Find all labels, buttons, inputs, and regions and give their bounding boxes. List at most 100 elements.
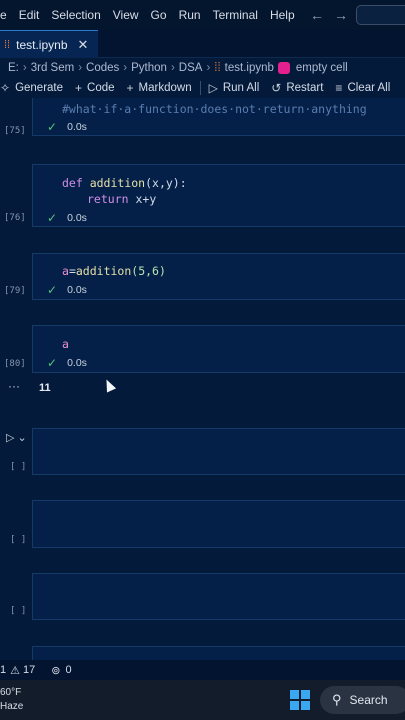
menu-run[interactable]: Run xyxy=(173,8,207,22)
keyword: def xyxy=(62,176,90,190)
ports-count: 0 xyxy=(65,664,72,676)
generate-button[interactable]: ✧ Generate xyxy=(0,81,63,95)
check-icon: ✓ xyxy=(47,211,58,225)
cell-icon xyxy=(277,62,290,74)
cell-output: 11 xyxy=(39,382,51,394)
clear-all-button[interactable]: ≡ Clear All xyxy=(335,81,390,95)
tab-bar: ⁞⁞ test.ipynb ✕ xyxy=(0,30,405,58)
operator: = xyxy=(68,264,76,278)
close-icon[interactable]: ✕ xyxy=(78,37,89,53)
broadcast-icon: ⊚ xyxy=(51,664,61,677)
restart-button[interactable]: ↺ Restart xyxy=(271,81,323,95)
ports-indicator[interactable]: ⊚ 0 xyxy=(51,664,71,677)
command-center-input[interactable] xyxy=(356,5,405,25)
notebook-icon: ⁞⁞ xyxy=(214,62,221,74)
args: (5,6) xyxy=(131,264,166,278)
execution-count: [ ] xyxy=(10,462,27,472)
breadcrumb-separator: › xyxy=(206,62,211,74)
run-cell-icon[interactable]: ▷ ⌄ xyxy=(6,431,27,444)
menu-view[interactable]: View xyxy=(107,8,145,22)
menu-selection[interactable]: Selection xyxy=(45,8,106,22)
empty-cell-1[interactable] xyxy=(32,428,405,475)
clear-all-label: Clear All xyxy=(347,82,391,94)
tab-test-ipynb[interactable]: ⁞⁞ test.ipynb ✕ xyxy=(0,30,98,58)
sparkle-icon: ✧ xyxy=(0,81,11,95)
add-markdown-button[interactable]: + Markdown xyxy=(127,81,192,95)
output-menu-icon[interactable]: ··· xyxy=(8,379,20,393)
problems-indicator[interactable]: 1 ⚠ 17 xyxy=(0,664,35,677)
search-icon: ⚲ xyxy=(332,692,342,707)
breadcrumb-python[interactable]: Python xyxy=(131,62,167,74)
menu-terminal[interactable]: Terminal xyxy=(207,8,264,22)
notebook-icon: ⁞⁞ xyxy=(4,38,11,51)
cell-status: ✓ 0.0s xyxy=(47,356,87,370)
exec-time: 0.0s xyxy=(67,284,87,296)
weather-condition: Haze xyxy=(0,701,24,712)
execution-count: [76] xyxy=(4,213,26,223)
code-cell-80[interactable]: a ✓ 0.0s xyxy=(32,325,405,373)
cell-status: ✓ 0.0s xyxy=(47,120,87,134)
breadcrumb-drive[interactable]: E: xyxy=(8,62,19,74)
status-bar: 1 ⚠ 17 ⊚ 0 xyxy=(0,660,405,680)
breadcrumb: E: › 3rd Sem › Codes › Python › DSA › ⁞⁞… xyxy=(0,58,405,78)
run-all-icon: ▷ xyxy=(208,81,218,95)
breadcrumb-dsa[interactable]: DSA xyxy=(179,62,203,74)
menu-file[interactable]: e xyxy=(0,8,13,22)
check-icon: ✓ xyxy=(47,283,58,297)
params: (x,y): xyxy=(145,176,187,190)
function-name: addition xyxy=(75,264,132,278)
cell-code-line-2[interactable]: return x+y xyxy=(87,192,156,206)
plus-icon: + xyxy=(75,81,83,95)
run-all-button[interactable]: ▷ Run All xyxy=(209,81,260,95)
function-name: addition xyxy=(89,176,146,190)
check-icon: ✓ xyxy=(47,120,58,134)
windows-start-icon[interactable] xyxy=(290,690,310,710)
taskbar-search[interactable]: ⚲ Search xyxy=(320,686,405,714)
back-arrow-icon[interactable]: ← xyxy=(310,7,324,23)
forward-arrow-icon[interactable]: → xyxy=(334,7,348,23)
breadcrumb-separator: › xyxy=(22,62,27,74)
breadcrumb-codes[interactable]: Codes xyxy=(86,62,119,74)
breadcrumb-file[interactable]: test.ipynb xyxy=(225,62,274,74)
nav-arrows: ← → xyxy=(310,7,348,23)
breadcrumb-separator: › xyxy=(123,62,128,74)
breadcrumb-separator: › xyxy=(78,62,83,74)
warning-count: 17 xyxy=(23,664,36,676)
menu-help[interactable]: Help xyxy=(264,8,301,22)
restart-label: Restart xyxy=(286,82,324,94)
search-label: Search xyxy=(349,693,388,707)
execution-count: [80] xyxy=(4,359,26,369)
markdown-label: Markdown xyxy=(138,82,192,94)
add-code-button[interactable]: + Code xyxy=(75,81,115,95)
toolbar-divider xyxy=(199,81,201,95)
cell-code-line-1[interactable]: def addition(x,y): xyxy=(62,176,187,190)
code-cell-75[interactable]: #what·if·a·function·does·not·return·anyt… xyxy=(32,98,405,136)
variable: a xyxy=(62,264,69,278)
exec-time: 0.0s xyxy=(67,357,87,369)
plus-icon: + xyxy=(126,81,134,95)
empty-cell-2[interactable] xyxy=(32,500,405,548)
code-cell-79[interactable]: a=addition(5,6) ✓ 0.0s xyxy=(32,253,405,300)
code-cell-76[interactable]: def addition(x,y): return x+y ✓ 0.0s xyxy=(32,164,405,227)
menu-go[interactable]: Go xyxy=(145,8,173,22)
cell-code[interactable]: a=addition(5,6) xyxy=(62,264,166,278)
exec-time: 0.0s xyxy=(67,121,87,133)
weather-widget[interactable]: 60°F Haze xyxy=(0,686,23,714)
breadcrumb-3rd-sem[interactable]: 3rd Sem xyxy=(31,62,74,74)
breadcrumb-separator: › xyxy=(170,62,175,74)
cell-code[interactable]: a xyxy=(62,337,69,351)
expression: x+y xyxy=(135,192,157,206)
cell-code[interactable]: #what·if·a·function·does·not·return·anyt… xyxy=(62,102,367,116)
menu-edit[interactable]: Edit xyxy=(13,8,46,22)
empty-cell-3[interactable] xyxy=(32,573,405,620)
exec-time: 0.0s xyxy=(67,212,87,224)
execution-count: [79] xyxy=(4,286,26,296)
check-icon: ✓ xyxy=(47,356,58,370)
keyword: return xyxy=(87,192,136,206)
notebook-toolbar: ✧ Generate + Code + Markdown ▷ Run All ↺… xyxy=(0,78,405,98)
cell-status: ✓ 0.0s xyxy=(47,211,87,225)
error-count: 1 xyxy=(0,664,7,676)
empty-cell-4[interactable] xyxy=(32,646,405,660)
clear-all-icon: ≡ xyxy=(335,81,343,95)
breadcrumb-cell[interactable]: empty cell xyxy=(296,62,348,74)
